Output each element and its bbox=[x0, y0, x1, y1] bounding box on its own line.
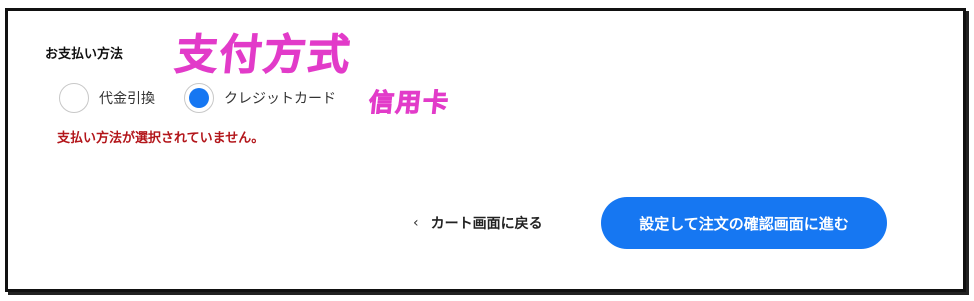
error-message: 支払い方法が選択されていません。 bbox=[57, 131, 265, 146]
annotation-payment-method: 支付方式 bbox=[173, 30, 355, 80]
back-link-label: カート画面に戻る bbox=[430, 216, 543, 232]
radio-cash-on-delivery[interactable]: 代金引換 bbox=[59, 83, 155, 113]
radio-label: クレジットカード bbox=[224, 91, 336, 107]
radio-circle-unchecked[interactable] bbox=[59, 83, 89, 113]
back-to-cart-link[interactable]: ‹ カート画面に戻る bbox=[413, 213, 543, 233]
proceed-to-confirm-button[interactable]: 設定して注文の確認画面に進む bbox=[601, 197, 887, 249]
chevron-left-icon: ‹ bbox=[413, 215, 419, 231]
section-title: お支払い方法 bbox=[45, 47, 124, 62]
radio-circle-checked[interactable] bbox=[184, 83, 214, 113]
payment-panel: お支払い方法 支付方式 代金引換 クレジットカード 信用卡 支払い方法が選択され… bbox=[5, 8, 966, 292]
radio-label: 代金引換 bbox=[99, 91, 155, 107]
radio-credit-card[interactable]: クレジットカード bbox=[184, 83, 336, 113]
annotation-credit-card: 信用卡 bbox=[367, 88, 452, 118]
